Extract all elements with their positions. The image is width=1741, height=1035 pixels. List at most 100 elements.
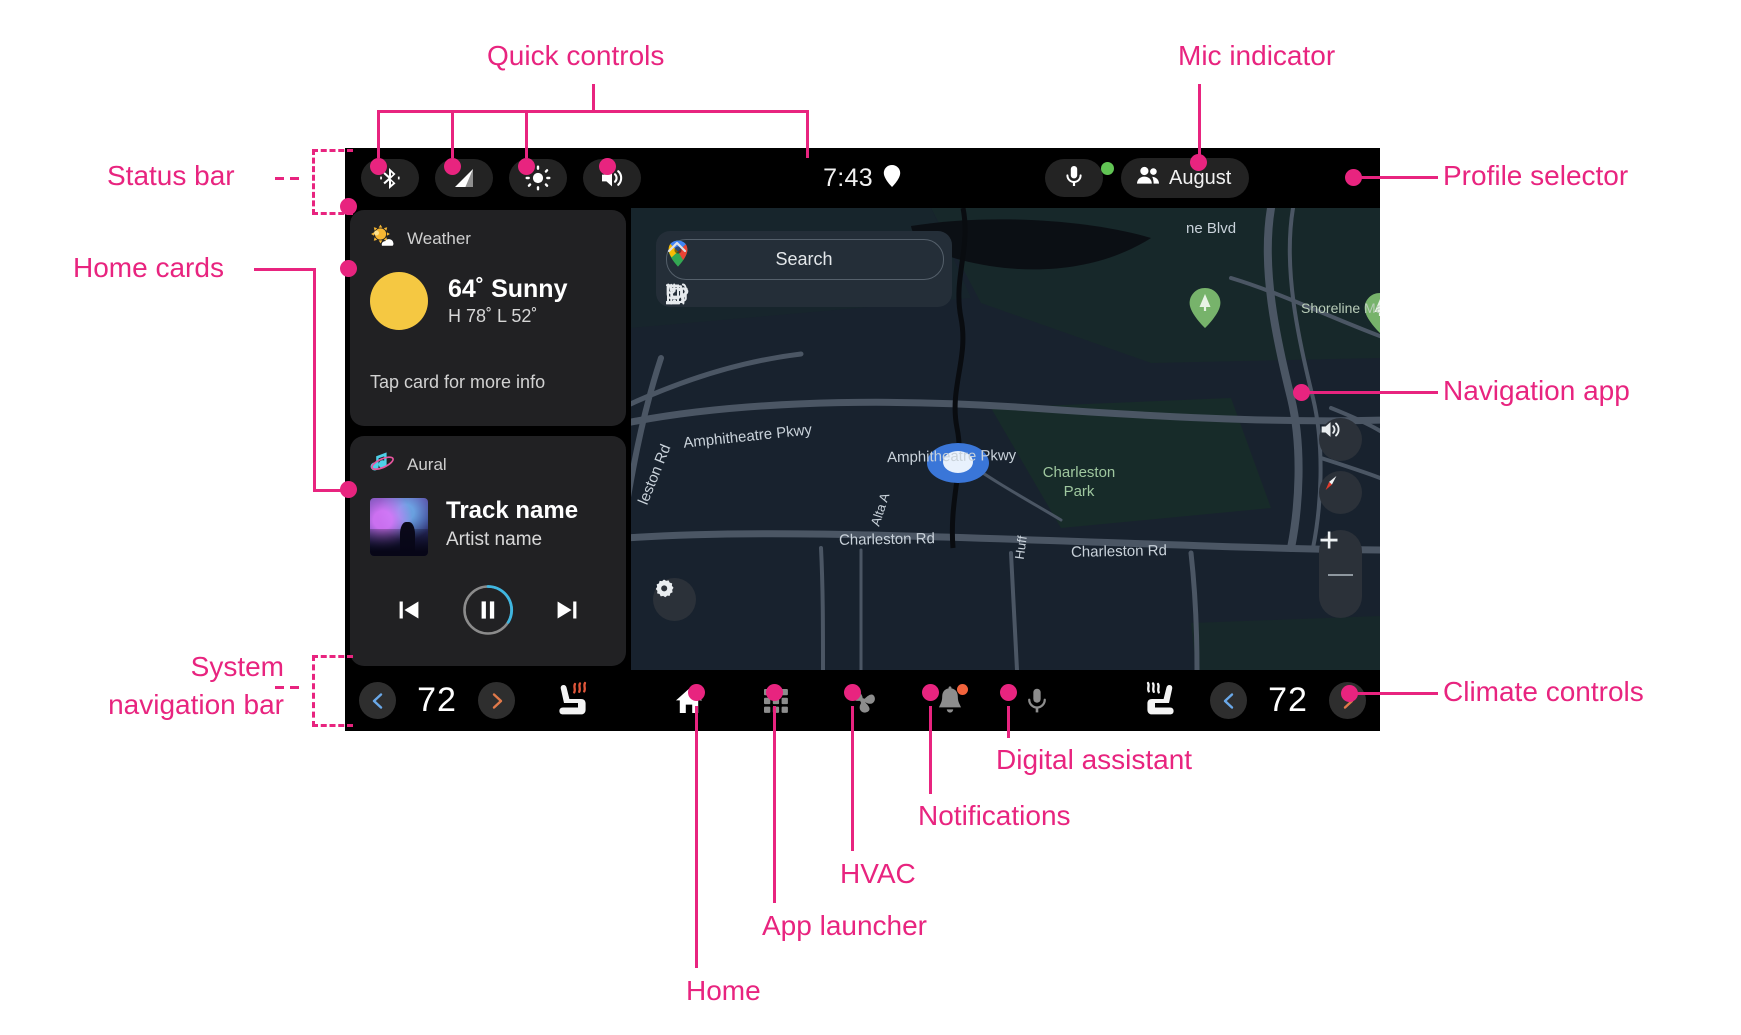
annotation-dot: [518, 158, 535, 175]
annotation-dot: [922, 684, 939, 701]
annotation-leader: [313, 489, 341, 492]
annotation-dot: [370, 158, 387, 175]
status-bar: 7:43 August: [345, 148, 1380, 208]
mic-indicator-button[interactable]: [1045, 159, 1103, 197]
annotation-leader: [377, 110, 809, 113]
weather-card-hint: Tap card for more info: [370, 372, 546, 392]
play-pause-button[interactable]: [462, 584, 514, 636]
passenger-temp-decrease-button[interactable]: [1210, 682, 1247, 719]
annotation-dot: [766, 684, 783, 701]
media-app-name: Aural: [407, 455, 447, 474]
annotation-hvac: HVAC: [840, 858, 916, 889]
zoom-divider: [1328, 574, 1353, 576]
annotation-dot: [1345, 169, 1362, 186]
annotation-leader: [773, 706, 776, 903]
annotation-leader: [1198, 84, 1201, 158]
annotation-dot: [599, 158, 616, 175]
annotation-profile-selector: Profile selector: [1443, 160, 1629, 191]
search-placeholder-label: Search: [775, 249, 833, 269]
annotation-navigation-app: Navigation app: [1443, 375, 1630, 406]
annotation-leader: [695, 706, 698, 968]
annotation-system-nav-bar: System navigation bar: [44, 648, 284, 724]
annotation-leader: [290, 686, 299, 689]
annotation-leader: [929, 706, 932, 794]
annotation-leader: [290, 177, 299, 180]
annotation-bracket: [312, 655, 353, 727]
search-category-row: [666, 283, 942, 305]
map-zoom-out-button[interactable]: [1319, 538, 1362, 618]
passenger-heated-seat-button[interactable]: [1140, 681, 1180, 719]
annotation-system-nav-bar-line1: System: [190, 651, 284, 682]
microphone-icon: [1027, 688, 1046, 712]
next-track-button[interactable]: [554, 597, 580, 623]
annotation-system-nav-bar-line2: navigation bar: [108, 688, 284, 720]
media-card[interactable]: Aural Track name Artist name: [350, 436, 626, 666]
notification-badge-dot: [956, 683, 968, 695]
annotation-dot: [1190, 154, 1207, 171]
previous-track-button[interactable]: [396, 597, 422, 623]
profile-selector[interactable]: August: [1121, 158, 1250, 198]
weather-app-name: Weather: [407, 229, 471, 248]
map-zoom-controls: [1319, 530, 1362, 618]
people-icon: [1136, 166, 1160, 190]
track-title: Track name: [446, 497, 579, 524]
annotation-leader: [313, 268, 316, 491]
weather-card[interactable]: Weather 64˚ Sunny H 78˚ L 52˚ Tap card f…: [350, 210, 626, 426]
annotation-home: Home: [686, 975, 761, 1006]
artist-name: Artist name: [446, 529, 543, 551]
annotation-dot: [340, 260, 357, 277]
car-infotainment-screen: 7:43 August Weather 64˚ Sunny H 78˚ L 52…: [345, 148, 1380, 731]
weather-card-body: 64˚ Sunny H 78˚ L 52˚: [370, 272, 567, 330]
heated-seat-icon: [1146, 681, 1174, 715]
map-compass-button[interactable]: [1319, 471, 1362, 514]
annotation-leader: [1007, 706, 1010, 738]
sun-cloud-icon: [370, 224, 395, 254]
map-volume-button[interactable]: [1319, 418, 1362, 461]
climate-controls-right: 72: [1210, 670, 1366, 731]
mic-active-status-dot: [1101, 162, 1114, 175]
nav-assistant-button[interactable]: [1017, 681, 1057, 721]
annotation-leader: [525, 110, 528, 158]
search-input[interactable]: Search: [666, 239, 944, 280]
annotation-dot: [1293, 384, 1310, 401]
annotation-status-bar: Status bar: [107, 160, 235, 191]
aural-music-icon: [370, 450, 395, 480]
annotation-climate-controls: Climate controls: [1443, 676, 1644, 707]
annotation-quick-controls: Quick controls: [487, 40, 665, 71]
annotation-dot: [1000, 684, 1017, 701]
navigation-app-map[interactable]: ne Blvd Shoreline Maintenance Kite Lot K…: [631, 208, 1380, 670]
annotation-leader: [254, 268, 316, 271]
screenshot-root: 7:43 August Weather 64˚ Sunny H 78˚ L 52…: [0, 0, 1741, 1035]
annotation-dot: [340, 481, 357, 498]
media-transport-controls: [350, 584, 626, 636]
annotation-mic-indicator: Mic indicator: [1178, 40, 1336, 71]
media-card-body: Track name Artist name: [370, 497, 579, 556]
weather-condition: 64˚ Sunny: [448, 274, 568, 303]
album-art: [370, 498, 428, 556]
annotation-leader: [1360, 176, 1438, 179]
annotation-notifications: Notifications: [918, 800, 1071, 831]
microphone-icon: [1062, 164, 1086, 193]
annotation-dot: [688, 684, 705, 701]
media-card-header: Aural: [370, 450, 447, 480]
annotation-leader: [451, 110, 454, 158]
annotation-leader: [275, 177, 284, 180]
annotation-app-launcher: App launcher: [762, 910, 928, 941]
annotation-digital-assistant: Digital assistant: [996, 744, 1193, 775]
weather-card-header: Weather: [370, 224, 471, 254]
passenger-temperature-value: 72: [1268, 681, 1308, 719]
annotation-leader: [851, 706, 854, 851]
annotation-leader: [1305, 391, 1438, 394]
location-pin-icon: [882, 164, 902, 193]
annotation-leader: [592, 84, 595, 111]
annotation-dot: [340, 198, 357, 215]
annotation-leader: [275, 686, 284, 689]
annotation-leader: [806, 110, 809, 158]
annotation-leader: [377, 110, 380, 158]
clock-text: 7:43: [823, 163, 873, 192]
sun-circle-icon: [370, 272, 428, 330]
annotation-leader: [1356, 692, 1438, 695]
annotation-home-cards: Home cards: [73, 252, 224, 283]
map-settings-button[interactable]: [653, 578, 696, 621]
annotation-dot: [444, 158, 461, 175]
